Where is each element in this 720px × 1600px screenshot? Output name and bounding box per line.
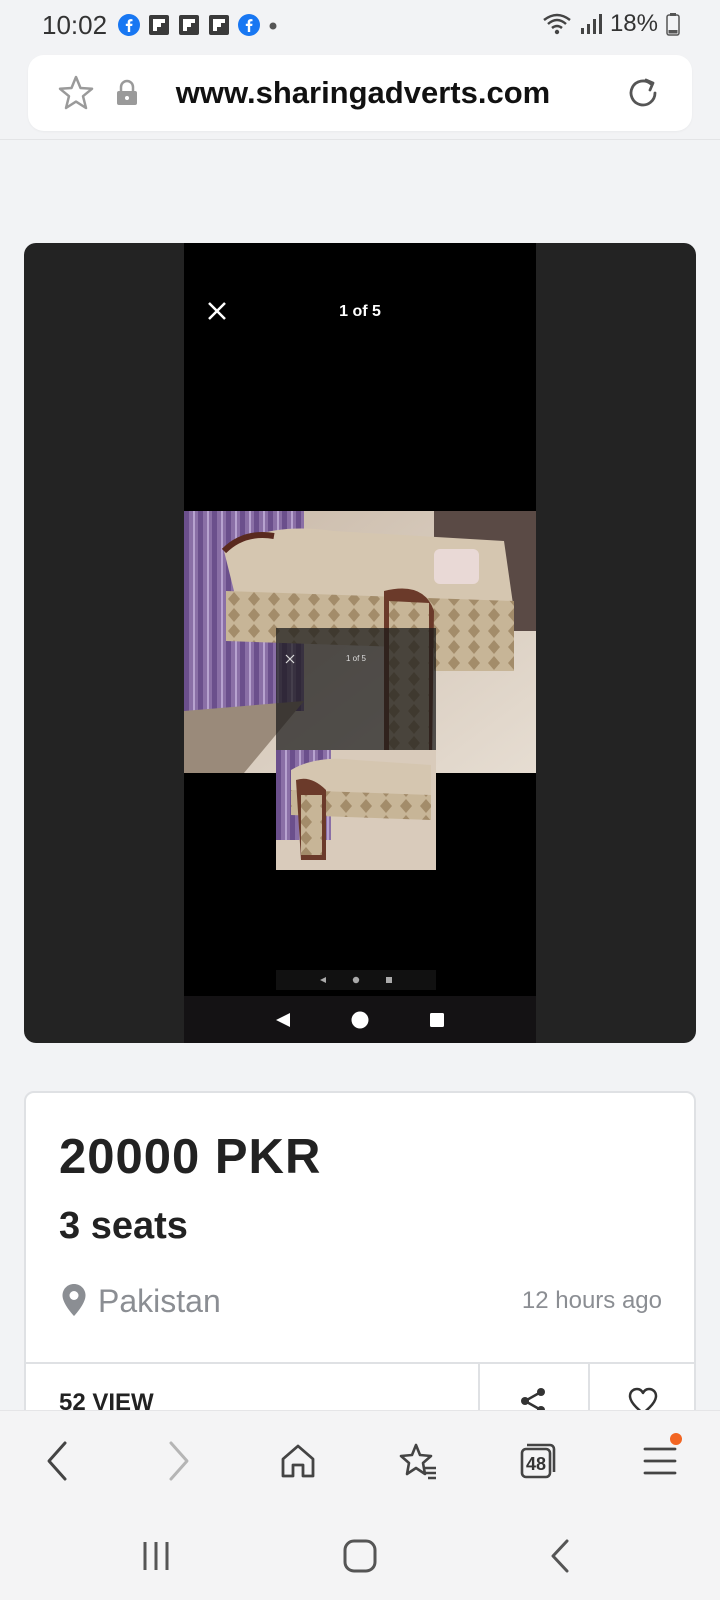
reload-icon[interactable] bbox=[622, 72, 664, 114]
signal-icon bbox=[580, 14, 602, 34]
home-icon bbox=[352, 976, 360, 984]
divider bbox=[0, 139, 720, 140]
system-nav-bar bbox=[0, 1510, 720, 1600]
address-bar[interactable]: www.sharingadverts.com bbox=[28, 55, 692, 131]
listing-title: 3 seats bbox=[59, 1205, 188, 1247]
back-icon bbox=[319, 977, 326, 983]
screenshot-nav-bar bbox=[184, 996, 536, 1043]
browser-toolbar: 48 bbox=[0, 1410, 720, 1510]
home-button-system[interactable] bbox=[336, 1532, 384, 1580]
listing-location: Pakistan bbox=[98, 1283, 221, 1319]
home-icon bbox=[281, 1444, 315, 1478]
home-icon bbox=[351, 1011, 369, 1028]
nested-sofa-photo bbox=[276, 750, 436, 870]
menu-button[interactable] bbox=[634, 1433, 686, 1487]
lock-icon[interactable] bbox=[114, 79, 140, 107]
nested-nav-bar bbox=[276, 970, 436, 990]
chevron-left-icon bbox=[47, 1441, 67, 1481]
bookmark-star-icon[interactable] bbox=[56, 73, 96, 113]
nested-screenshot: 1 of 5 bbox=[276, 628, 436, 870]
notification-icons bbox=[118, 14, 278, 36]
flipboard-icon bbox=[209, 15, 229, 35]
image-counter: 1 of 5 bbox=[339, 303, 381, 320]
bookmarks-star-icon bbox=[399, 1443, 436, 1480]
back-button[interactable] bbox=[32, 1435, 84, 1487]
recents-icon bbox=[143, 1542, 169, 1570]
status-bar: 10:02 18% bbox=[0, 0, 720, 52]
recents-icon bbox=[430, 1012, 445, 1027]
gallery-image-screenshot[interactable]: 1 of 5 1 of 5 bbox=[184, 243, 536, 1043]
status-indicators: 18% bbox=[542, 10, 680, 38]
recents-icon bbox=[386, 977, 393, 983]
back-icon bbox=[275, 1012, 290, 1027]
notification-dot bbox=[670, 1433, 682, 1445]
chevron-left-icon bbox=[551, 1539, 569, 1573]
more-notifications-dot-icon bbox=[269, 22, 277, 30]
battery-percent: 18% bbox=[609, 10, 658, 37]
chevron-right-icon bbox=[169, 1441, 189, 1481]
listing-price: 20000 PKR bbox=[59, 1130, 322, 1184]
listing-card: 20000 PKR 3 seats Pakistan 12 hours ago … bbox=[24, 1091, 696, 1431]
image-gallery[interactable]: 1 of 5 1 of 5 bbox=[24, 243, 696, 1043]
bookmarks-button[interactable] bbox=[392, 1435, 444, 1487]
home-icon bbox=[343, 1539, 377, 1573]
home-button[interactable] bbox=[272, 1435, 324, 1487]
clock: 10:02 bbox=[42, 10, 108, 40]
facebook-icon bbox=[238, 14, 260, 36]
flipboard-icon bbox=[179, 15, 199, 35]
menu-icon bbox=[643, 1447, 677, 1475]
wifi-icon bbox=[543, 13, 571, 35]
nested-image-counter: 1 of 5 bbox=[345, 654, 366, 663]
url-text[interactable]: www.sharingadverts.com bbox=[163, 75, 563, 111]
back-button-system[interactable] bbox=[536, 1532, 584, 1580]
recents-button[interactable] bbox=[132, 1532, 180, 1580]
location-pin-icon bbox=[62, 1284, 86, 1316]
facebook-icon bbox=[118, 14, 140, 36]
tabs-count: 48 bbox=[525, 1453, 547, 1474]
forward-button[interactable] bbox=[152, 1435, 204, 1487]
nested-screenshot-header: 1 of 5 bbox=[276, 628, 436, 750]
tabs-button[interactable]: 48 bbox=[512, 1435, 564, 1487]
battery-icon bbox=[666, 13, 680, 36]
flipboard-icon bbox=[149, 15, 169, 35]
listing-posted-time: 12 hours ago bbox=[521, 1287, 662, 1314]
